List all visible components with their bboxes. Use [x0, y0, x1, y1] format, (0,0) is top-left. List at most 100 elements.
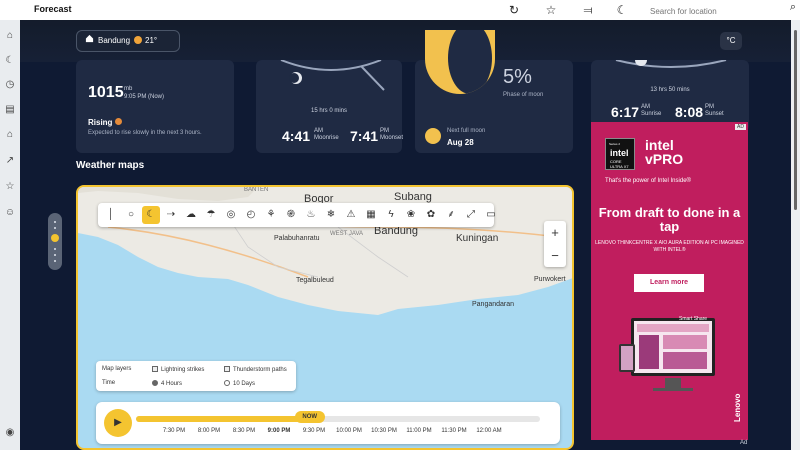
drop-icon[interactable]: ○: [122, 206, 140, 224]
emoji-icon[interactable]: ☺: [3, 206, 17, 220]
timeline-tick: 12:00 AM: [476, 428, 502, 434]
pressure-card[interactable]: 1015 mb 9:05 PM (Now) Rising Expected to …: [76, 60, 234, 153]
map-place-label: Subang: [394, 191, 432, 203]
sunrise-label: AM Sunrise: [641, 104, 662, 117]
trend-up-icon: [115, 118, 123, 125]
moon-phase-card[interactable]: 5% Phase of moon Next full moon Aug 28: [415, 30, 573, 153]
advertisement[interactable]: AD Series 2 intel CORE ULTRA X7 intel vPR…: [591, 122, 748, 440]
scrollbar[interactable]: [791, 20, 800, 450]
ad-subline: LENOVO THINKCENTRE X AIO AURA EDITION AI…: [595, 240, 744, 253]
time-4-hours-radio[interactable]: 4 Hours: [152, 380, 182, 387]
sun-icon: [134, 36, 143, 44]
moonrise-card[interactable]: 15 hrs 0 mins 4:41 AM Moonrise 7:41 PM Moo…: [256, 60, 404, 153]
snow-icon[interactable]: ❄: [322, 206, 340, 224]
pollen-icon[interactable]: ✿: [422, 206, 440, 224]
unit-toggle-button[interactable]: °C: [720, 32, 742, 50]
scroll-thumb[interactable]: [794, 30, 797, 210]
weather-map[interactable]: BANTEN Bogor Subang Palabuhanratu WEST J…: [76, 185, 574, 450]
location-pill[interactable]: Bandung 21°: [76, 30, 180, 52]
leaf-icon[interactable]: ⚘: [262, 206, 280, 224]
moon-phase-icon: [425, 30, 495, 94]
cloud-icon[interactable]: ☁: [182, 206, 200, 224]
star-icon[interactable]: ☆: [543, 2, 559, 18]
map-place-label: Pangandaran: [472, 301, 515, 308]
lenovo-logo: Lenovo: [733, 393, 742, 422]
play-button[interactable]: ▶: [104, 409, 132, 437]
search-input[interactable]: [642, 2, 800, 21]
pressure-description: Expected to rise slowly in the next 3 ho…: [88, 130, 202, 136]
chip-sub: CORE ULTRA X7: [610, 159, 629, 169]
moonset-label: PM Moonset: [380, 128, 404, 141]
calendar-icon[interactable]: ▤: [3, 103, 17, 117]
home-icon[interactable]: ⌂: [3, 29, 17, 43]
full-moon-icon: [425, 128, 441, 144]
intel-chip-badge: Series 2 intel CORE ULTRA X7: [605, 138, 635, 170]
moon-icon[interactable]: ☾: [614, 2, 630, 18]
building-icon[interactable]: ▦: [362, 206, 380, 224]
timeline-tick: 11:30 PM: [441, 428, 467, 434]
time-label: Time: [102, 380, 116, 386]
time-10-days-radio[interactable]: 10 Days: [224, 380, 255, 387]
expand-icon[interactable]: ⤢: [462, 206, 480, 224]
hurricane-icon[interactable]: ֎: [282, 206, 300, 224]
map-layer-toolbar: │ ○ ☾ ⇢ ☁ ☂ ◎ ◴ ⚘ ֎ ♨ ❄ ⚠ ▦ ϟ ❀ ✿ ⸙ ⤢ ▭: [98, 203, 496, 227]
gauge-icon[interactable]: ◴: [242, 206, 260, 224]
pin-icon[interactable]: ⫤: [580, 2, 596, 18]
next-full-moon-label: Next full moon: [447, 128, 486, 134]
radio-icon: [152, 380, 158, 386]
weather-icon[interactable]: ☾: [3, 54, 17, 68]
smart-share-badge: Smart Share: [679, 316, 708, 322]
lightning-strikes-checkbox[interactable]: Lightning strikes: [152, 366, 204, 373]
ad-choices-tag[interactable]: AD: [735, 124, 746, 130]
weather-maps-title: Weather maps: [76, 160, 145, 171]
moon-icon[interactable]: ☾: [142, 206, 160, 224]
zoom-out-button[interactable]: −: [544, 244, 566, 267]
flame-icon[interactable]: ❀: [402, 206, 420, 224]
chip-brand: intel: [610, 148, 629, 158]
eye-icon[interactable]: ◎: [222, 206, 240, 224]
search-box[interactable]: ⌕: [642, 1, 800, 21]
thermometer-icon[interactable]: │: [102, 206, 120, 224]
house-icon[interactable]: ⌂: [3, 128, 17, 142]
quick-nav-pill[interactable]: [48, 213, 62, 270]
comment-icon[interactable]: ▭: [482, 206, 500, 224]
fire-icon[interactable]: ♨: [302, 206, 320, 224]
next-full-moon-date: Aug 28: [447, 138, 474, 147]
ad-headline: From draft to done in a tap: [598, 205, 741, 234]
timeline-track[interactable]: [136, 416, 540, 422]
timeline-tick: 10:00 PM: [336, 428, 362, 434]
warning-icon[interactable]: ⚠: [342, 206, 360, 224]
ad-label: Ad: [740, 440, 748, 446]
active-nav-icon: [51, 234, 59, 242]
favorites-icon[interactable]: ☆: [3, 180, 17, 194]
plant-icon[interactable]: ⸙: [442, 206, 460, 224]
clock-icon[interactable]: ◷: [3, 78, 17, 92]
map-place-label: BANTEN: [244, 187, 269, 193]
map-place-label: Kuningan: [456, 233, 499, 244]
location-name: Bandung: [98, 36, 131, 45]
now-marker[interactable]: NOW: [294, 411, 325, 423]
timeline-tick: 8:00 PM: [197, 428, 221, 434]
moon-arc-icon: [280, 60, 385, 91]
zoom-controls: + −: [544, 221, 566, 267]
lightning-icon[interactable]: ϟ: [382, 206, 400, 224]
account-icon[interactable]: ◉: [3, 426, 17, 440]
map-place-label: Purwokert: [534, 276, 566, 283]
map-place-label: Tegalbuleud: [296, 277, 334, 284]
chart-icon[interactable]: ↗: [3, 154, 17, 168]
moonrise-time: 4:41: [282, 128, 311, 144]
nav-dot: [54, 227, 56, 229]
thunderstorm-paths-checkbox[interactable]: Thunderstorm paths: [224, 366, 287, 373]
timeline-progress: [136, 416, 310, 422]
map-place-label: WEST JAVA: [330, 231, 364, 237]
zoom-in-button[interactable]: +: [544, 221, 566, 244]
refresh-icon[interactable]: ↻: [506, 2, 522, 18]
learn-more-button[interactable]: Learn more: [634, 274, 704, 292]
rain-icon[interactable]: ☂: [202, 206, 220, 224]
search-icon[interactable]: ⌕: [790, 1, 796, 14]
nav-dot: [54, 254, 56, 256]
moonset-time: 7:41: [350, 128, 379, 144]
wind-icon[interactable]: ⇢: [162, 206, 180, 224]
sun-duration: 13 hrs 50 mins: [650, 87, 690, 93]
moon-duration: 15 hrs 0 mins: [310, 108, 347, 114]
